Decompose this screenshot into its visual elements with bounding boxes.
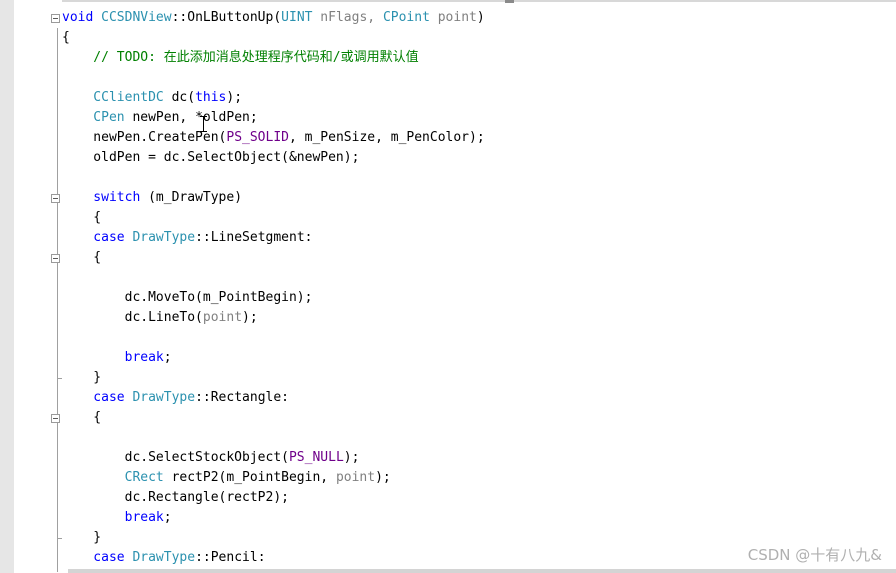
code-token: ); [242, 310, 258, 325]
code-token: ); [343, 450, 360, 465]
code-token: } [62, 530, 102, 545]
collapse-minus-icon[interactable] [51, 254, 60, 263]
code-token: rectP2(m_PointBegin, [163, 470, 336, 485]
code-token: , m_PenSize, m_PenColor); [289, 130, 485, 145]
code-line[interactable]: dc.MoveTo(m_PointBegin); [62, 288, 313, 308]
code-token: case [62, 550, 133, 565]
code-token: CRect [62, 470, 164, 485]
code-line[interactable]: dc.Rectangle(rectP2); [62, 488, 289, 508]
code-token: nFlags, [312, 10, 383, 25]
code-token: { [62, 30, 70, 45]
code-line[interactable]: // TODO: 在此添加消息处理程序代码和/或调用默认值 [62, 48, 419, 68]
top-scrollbar-track[interactable] [62, 0, 896, 2]
code-token: (m_DrawType) [140, 190, 243, 205]
code-token: point [202, 310, 243, 325]
code-token: ) [476, 10, 485, 25]
code-token: PS_SOLID [226, 130, 289, 145]
code-token: break [62, 350, 164, 365]
code-line[interactable]: switch (m_DrawType) [62, 188, 242, 208]
code-line[interactable]: } [62, 528, 101, 548]
code-token: dc.Rectangle(rectP2); [62, 490, 289, 505]
collapse-minus-icon[interactable] [51, 14, 60, 23]
code-line[interactable]: void CCSDNView::OnLButtonUp(UINT nFlags,… [62, 8, 485, 28]
watermark: CSDN @十有八九& [747, 546, 882, 564]
code-token: // TODO: 在此添加消息处理程序代码和/或调用默认值 [62, 50, 419, 65]
code-token: point [429, 10, 477, 25]
outlining-guide-line [57, 28, 58, 572]
code-token: ::Pencil: [195, 550, 266, 565]
code-line[interactable]: newPen.CreatePen(PS_SOLID, m_PenSize, m_… [62, 128, 485, 148]
code-token: { [62, 410, 102, 425]
code-token: ; [163, 350, 172, 365]
code-token: DrawType [132, 390, 196, 405]
top-scrollbar-thumb[interactable] [505, 0, 514, 3]
code-line[interactable]: case DrawType::Rectangle: [62, 388, 289, 408]
text-ibeam-cursor-icon [200, 116, 207, 132]
code-token: dc.SelectStockObject( [62, 450, 289, 465]
code-line[interactable]: break; [62, 348, 172, 368]
collapse-minus-icon[interactable] [51, 194, 60, 203]
code-token: ); [375, 470, 391, 485]
code-token: ::OnLButtonUp( [171, 10, 282, 25]
code-token: UINT [281, 10, 313, 25]
code-token: newPen.CreatePen( [62, 130, 227, 145]
code-line[interactable]: { [62, 28, 70, 48]
code-line[interactable]: oldPen = dc.SelectObject(&newPen); [62, 148, 359, 168]
code-token: PS_NULL [288, 450, 344, 465]
code-token: switch [62, 190, 141, 205]
code-line[interactable]: CPen newPen, *oldPen; [62, 108, 258, 128]
code-line[interactable]: case DrawType::Pencil: [62, 548, 266, 568]
code-line[interactable]: { [62, 408, 101, 428]
code-token: oldPen = dc.SelectObject(&newPen); [62, 150, 360, 165]
code-token: { [62, 210, 102, 225]
code-line[interactable]: break; [62, 508, 172, 528]
code-line[interactable]: case DrawType::LineSetgment: [62, 228, 312, 248]
code-token: CPoint [382, 10, 430, 25]
code-token: point [335, 470, 376, 485]
code-token: break [62, 510, 164, 525]
code-line[interactable]: { [62, 208, 101, 228]
code-line[interactable]: CClientDC dc(this); [62, 88, 242, 108]
code-token: DrawType [132, 550, 196, 565]
code-token: this [195, 90, 227, 105]
code-token: DrawType [132, 230, 196, 245]
code-token: CPen [62, 110, 125, 125]
code-token: void [62, 10, 102, 25]
horizontal-scrollbar[interactable] [68, 569, 896, 573]
code-token: { [62, 250, 102, 265]
code-line[interactable]: dc.LineTo(point); [62, 308, 258, 328]
code-token: newPen, *oldPen; [124, 110, 258, 125]
code-token: ::Rectangle: [195, 390, 289, 405]
code-line[interactable]: { [62, 248, 101, 268]
code-token: ::LineSetgment: [195, 230, 313, 245]
code-token: CClientDC [62, 90, 164, 105]
collapse-minus-icon[interactable] [51, 414, 60, 423]
code-token: ; [163, 510, 172, 525]
code-token: CCSDNView [101, 10, 172, 25]
editor-left-margin [0, 0, 14, 573]
code-token: dc.LineTo( [62, 310, 203, 325]
code-token: ); [226, 90, 243, 105]
code-line[interactable]: } [62, 368, 101, 388]
code-token: case [62, 230, 133, 245]
code-token: } [62, 370, 102, 385]
code-token: dc( [163, 90, 196, 105]
code-line[interactable]: dc.SelectStockObject(PS_NULL); [62, 448, 360, 468]
code-token: case [62, 390, 133, 405]
code-token: dc.MoveTo(m_PointBegin); [62, 290, 313, 305]
code-line[interactable]: CRect rectP2(m_PointBegin, point); [62, 468, 391, 488]
